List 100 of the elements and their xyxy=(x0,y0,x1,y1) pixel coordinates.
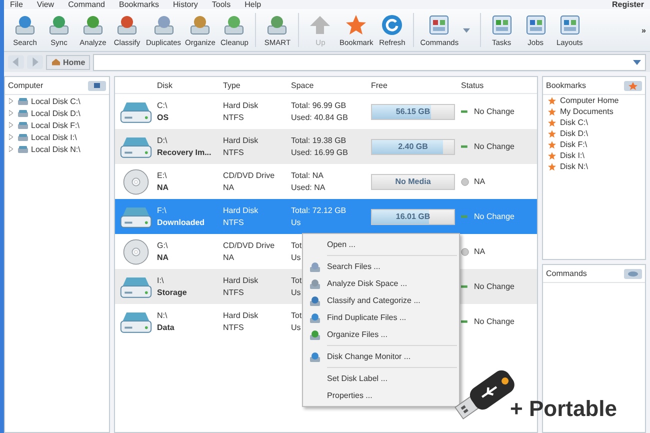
status-text: No Change xyxy=(474,317,514,326)
menu-item[interactable]: Disk Change Monitor ... xyxy=(327,352,411,361)
caret-icon[interactable] xyxy=(633,60,641,64)
up-arrow-icon xyxy=(308,14,332,36)
bookmark-item[interactable]: Disk C:\ xyxy=(560,118,588,127)
register-link[interactable]: Register xyxy=(612,0,644,9)
file-system: NTFS xyxy=(223,288,244,297)
bookmark-item[interactable]: Disk F:\ xyxy=(560,140,588,149)
drive-label: NA xyxy=(157,183,169,192)
menu-item[interactable]: Tools xyxy=(212,0,231,9)
menu-item[interactable]: Bookmarks xyxy=(119,0,160,9)
column-header[interactable]: Free xyxy=(371,80,461,90)
total-space: Total: 72.12 GB xyxy=(291,206,346,215)
drive-type: Hard Disk xyxy=(223,101,258,110)
selected-row[interactable]: F:\ Downloaded Hard Disk NTFS Total: 72.12 GB Us 16.01 GB No Change xyxy=(115,199,537,234)
used-space: Used: NA xyxy=(291,183,326,192)
window-icon xyxy=(427,14,452,36)
drive-label: Downloaded xyxy=(157,218,205,227)
tree-item[interactable]: Local Disk C:\ xyxy=(31,96,80,106)
promo-text: + Portable xyxy=(510,396,617,422)
caret-icon[interactable] xyxy=(462,28,470,32)
monitor-icon[interactable] xyxy=(88,80,106,90)
status-text: NA xyxy=(474,247,486,256)
total-space: Tot xyxy=(291,276,302,285)
file-system: NA xyxy=(223,253,234,262)
menu-item[interactable]: Properties ... xyxy=(327,391,372,400)
path-field[interactable] xyxy=(93,54,646,70)
dash-icon xyxy=(461,282,469,290)
total-space: Total: 96.99 GB xyxy=(291,101,346,110)
tree-item[interactable]: Local Disk D:\ xyxy=(31,108,80,118)
drive-label: NA xyxy=(157,253,169,262)
column-header[interactable]: Space xyxy=(291,80,371,90)
bookmark-item[interactable]: Disk I:\ xyxy=(560,151,584,160)
star-icon xyxy=(344,14,368,36)
star-icon xyxy=(548,118,556,126)
used-space: Us xyxy=(291,253,301,262)
bookmark-item[interactable]: Disk D:\ xyxy=(560,129,588,138)
used-space: Us xyxy=(291,218,301,227)
menu-item[interactable]: View xyxy=(36,0,54,9)
column-header[interactable]: Status xyxy=(461,80,537,90)
panel-title: Commands xyxy=(546,269,587,278)
status-text: No Change xyxy=(474,282,514,291)
menu-item[interactable]: Command xyxy=(68,0,105,9)
drive-type: Hard Disk xyxy=(223,206,258,215)
file-system: NA xyxy=(223,183,234,192)
menu-item[interactable]: Find Duplicate Files ... xyxy=(327,313,406,322)
column-header[interactable]: Disk xyxy=(157,80,223,90)
free-space-bar: 2.40 GB xyxy=(371,138,455,154)
total-space: Tot xyxy=(291,241,302,250)
file-system: NTFS xyxy=(223,323,244,332)
eye-icon[interactable] xyxy=(624,268,642,278)
free-space-bar: No Media xyxy=(371,174,455,190)
menu-item[interactable]: File xyxy=(10,0,23,9)
used-space: Used: 16.99 GB xyxy=(291,148,348,157)
bookmark-item[interactable]: My Documents xyxy=(560,107,614,116)
file-system: NTFS xyxy=(223,218,244,227)
status-text: No Change xyxy=(474,142,514,151)
home-button[interactable]: Home xyxy=(46,54,90,70)
tree-item[interactable]: Local Disk N:\ xyxy=(31,144,80,154)
used-space: Us xyxy=(291,288,301,297)
menu-item[interactable]: Classify and Categorize ... xyxy=(327,296,420,305)
total-space: Total: 19.38 GB xyxy=(291,136,346,145)
drive-type: Hard Disk xyxy=(223,136,258,145)
menu-item[interactable]: Open ... xyxy=(327,240,356,249)
drive-label: Storage xyxy=(157,288,187,297)
star-icon xyxy=(548,152,556,160)
bookmark-item[interactable]: Disk N:\ xyxy=(560,162,588,171)
menu-item[interactable]: Help xyxy=(244,0,262,9)
free-space-bar: 56.15 GB xyxy=(371,104,455,120)
column-header[interactable]: Type xyxy=(223,80,291,90)
overflow-button[interactable]: » xyxy=(642,26,646,34)
star-icon xyxy=(548,140,556,148)
tree-item[interactable]: Local Disk F:\ xyxy=(31,120,80,130)
menu-item[interactable]: Analyze Disk Space ... xyxy=(327,279,408,288)
panel-title: Computer xyxy=(8,81,44,90)
status-text: No Change xyxy=(474,212,514,221)
circle-icon xyxy=(461,178,469,186)
drive-letter: N:\ xyxy=(157,311,168,320)
menu-item[interactable]: Set Disk Label ... xyxy=(327,374,388,383)
drive-type: Hard Disk xyxy=(223,311,258,320)
drive-type: Hard Disk xyxy=(223,276,258,285)
panel-title: Bookmarks xyxy=(546,81,586,90)
dash-icon xyxy=(461,142,469,150)
drive-label: Recovery Im... xyxy=(157,148,212,157)
drive-letter: E:\ xyxy=(157,171,167,180)
drive-letter: D:\ xyxy=(157,136,168,145)
tree-item[interactable]: Local Disk I:\ xyxy=(31,132,77,142)
used-space: Used: 40.84 GB xyxy=(291,113,348,122)
drive-letter: C:\ xyxy=(157,101,168,110)
menu-item[interactable]: Search Files ... xyxy=(327,262,380,271)
drive-label: Data xyxy=(157,323,174,332)
bookmark-item[interactable]: Computer Home xyxy=(560,96,619,105)
star-icon xyxy=(548,130,556,138)
menu-item[interactable]: History xyxy=(173,0,198,9)
menu-item[interactable]: Organize Files ... xyxy=(327,330,388,339)
file-system: NTFS xyxy=(223,148,244,157)
drive-label: OS xyxy=(157,113,169,122)
drive-letter: F:\ xyxy=(157,206,166,215)
window-icon xyxy=(524,14,548,36)
star-icon xyxy=(548,96,556,104)
